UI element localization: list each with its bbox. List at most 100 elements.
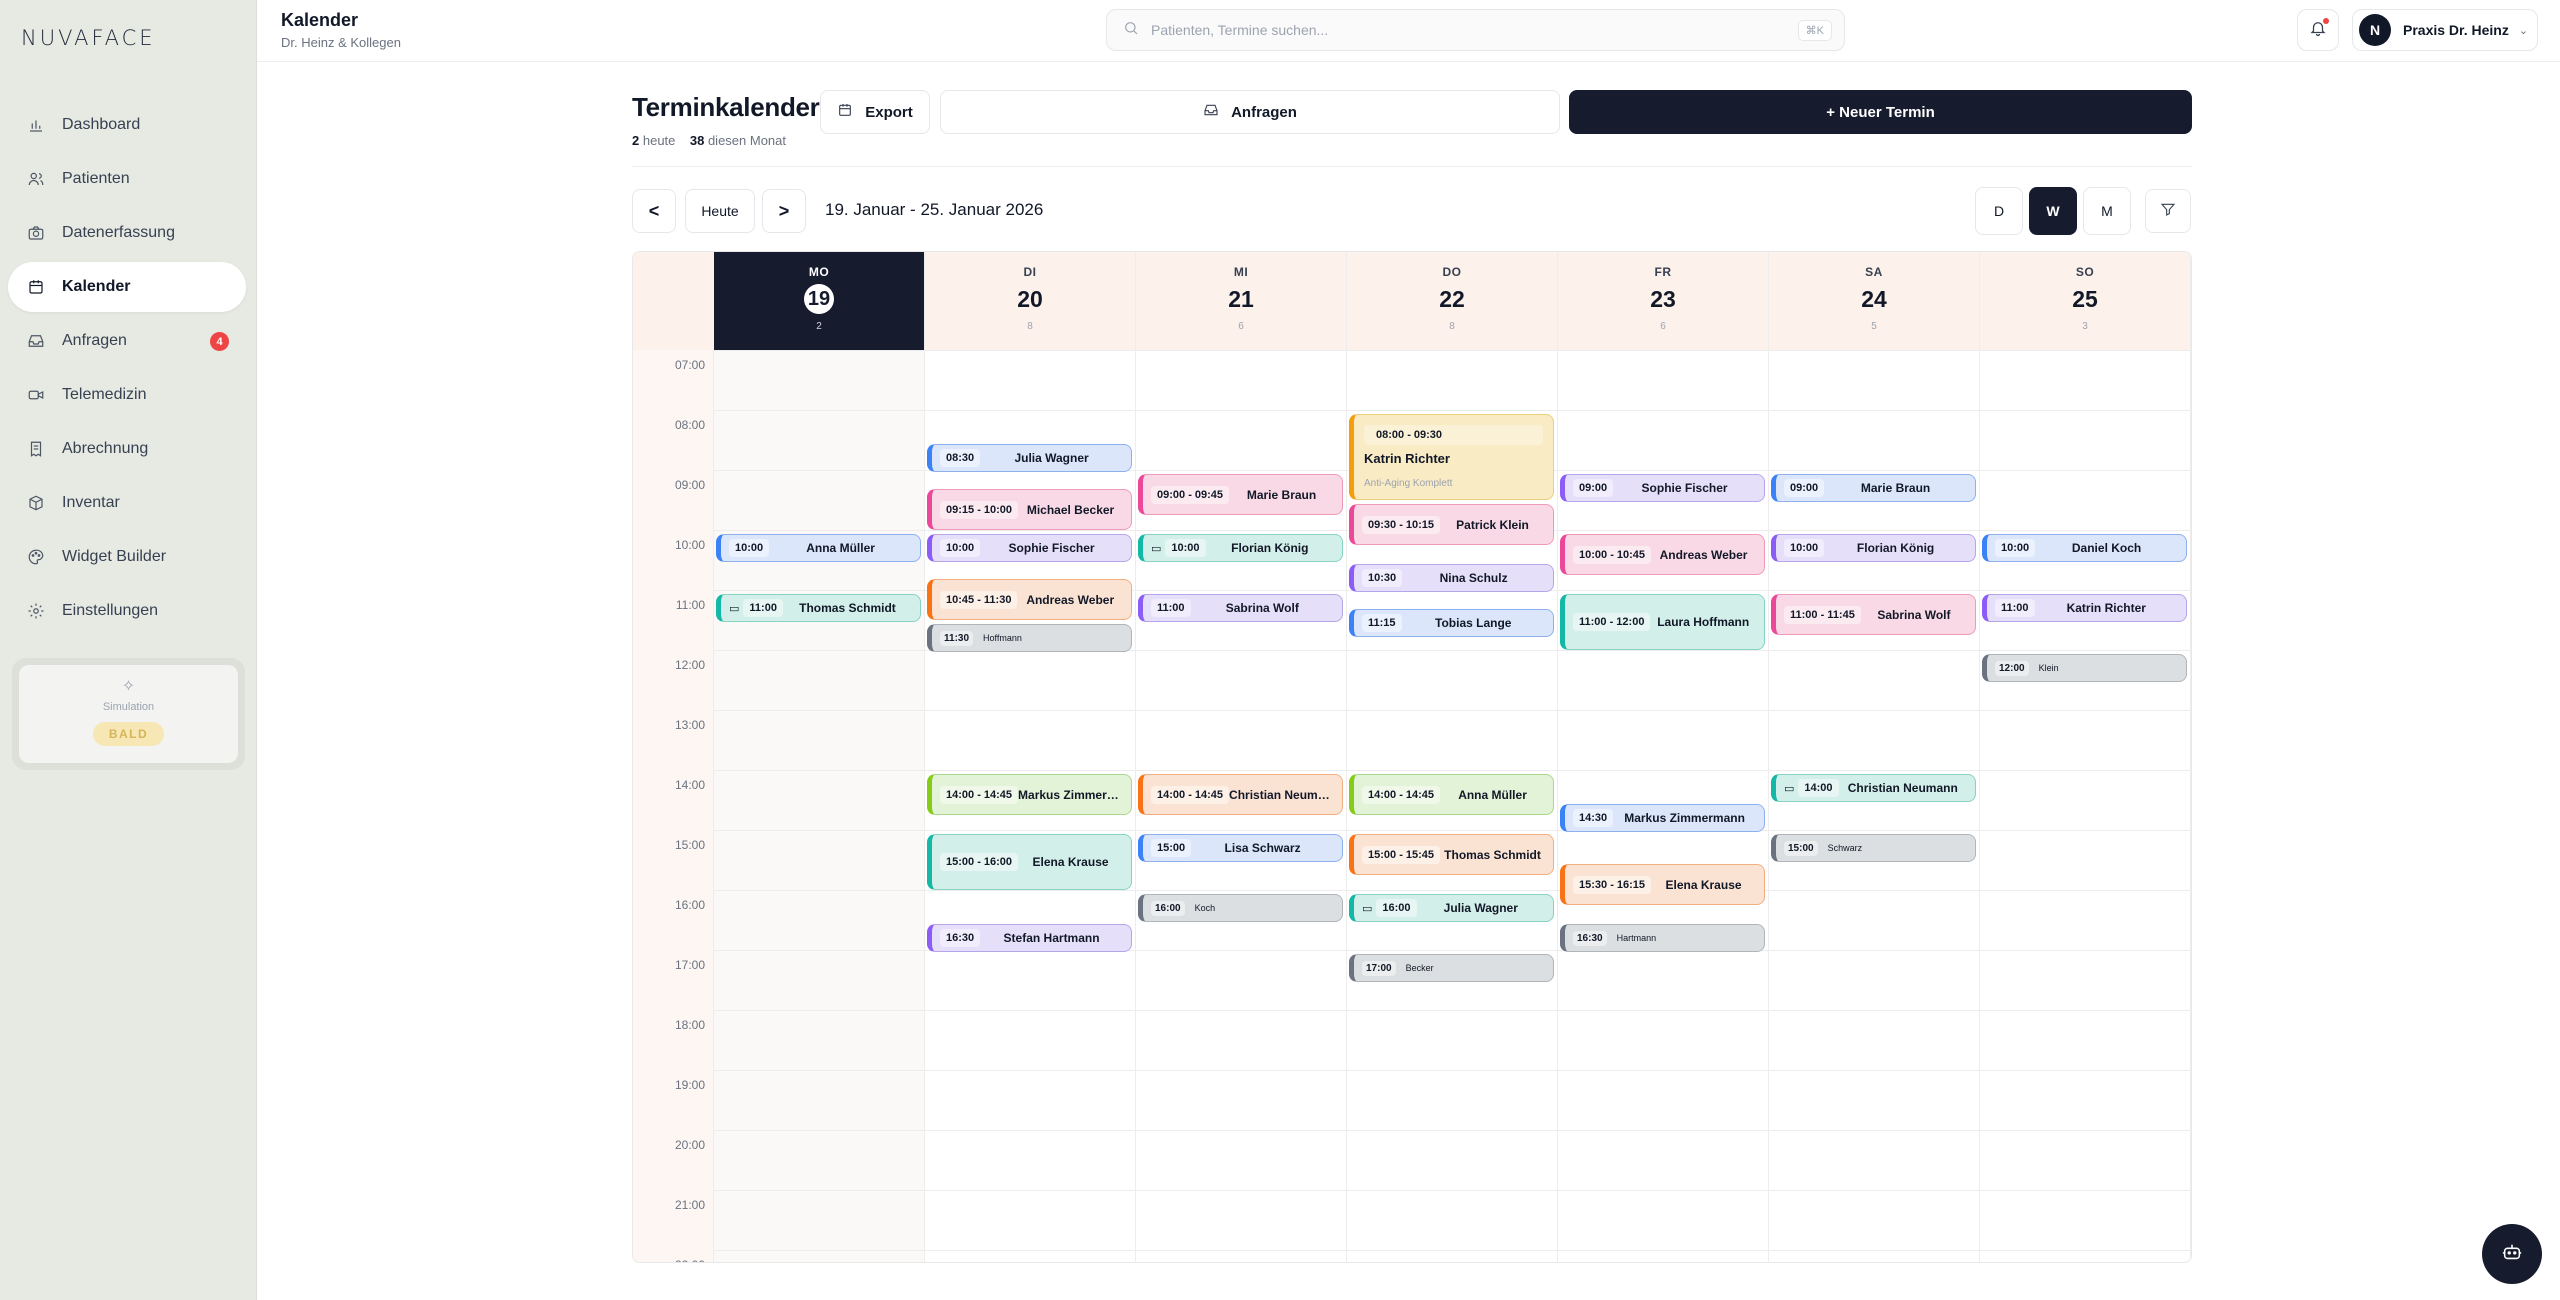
- day-appointment-count: 8: [1449, 321, 1455, 332]
- appointment-card[interactable]: ▭ 14:00 Christian Neumann: [1771, 774, 1976, 802]
- app-logo[interactable]: NUVAFACE: [21, 26, 156, 50]
- appointment-card[interactable]: 16:00 Koch: [1138, 894, 1343, 922]
- appointment-card[interactable]: 10:00 - 10:45 Andreas Weber: [1560, 534, 1765, 575]
- appointment-time: 10:00 - 10:45: [1573, 545, 1652, 564]
- sidebar-item-label: Dashboard: [62, 116, 141, 133]
- palette-icon: [26, 547, 46, 567]
- day-column[interactable]: [1980, 350, 2191, 1262]
- view-day-button[interactable]: D: [1975, 187, 2023, 235]
- header-subtitle: Dr. Heinz & Kollegen: [281, 35, 401, 50]
- appointment-card[interactable]: 11:00 - 12:00 Laura Hoffmann: [1560, 594, 1765, 650]
- view-month-button[interactable]: M: [2083, 187, 2131, 235]
- appointment-card[interactable]: 15:00 - 16:00 Elena Krause: [927, 834, 1132, 890]
- appointment-card[interactable]: 14:00 - 14:45Markus Zimmermann: [927, 774, 1132, 815]
- appointment-card[interactable]: 08:00 - 09:30 Katrin Richter Anti-Aging Ko…: [1349, 414, 1554, 500]
- appointment-card[interactable]: 11:00 - 11:45 Sabrina Wolf: [1771, 594, 1976, 635]
- appointment-card[interactable]: 15:30 - 16:15 Elena Krause: [1560, 864, 1765, 905]
- appointment-patient: Florian König: [1231, 541, 1309, 555]
- day-header-so[interactable]: SO 25 3: [1980, 252, 2191, 350]
- appointment-card[interactable]: 10:30 Nina Schulz: [1349, 564, 1554, 592]
- appointment-card[interactable]: 08:30 Julia Wagner: [927, 444, 1132, 472]
- user-menu-button[interactable]: N Praxis Dr. Heinz ⌄: [2352, 9, 2538, 51]
- requests-button[interactable]: Anfragen: [940, 90, 1560, 134]
- appointment-card[interactable]: 11:00 Sabrina Wolf: [1138, 594, 1343, 622]
- appointment-card[interactable]: 10:00 Anna Müller: [716, 534, 921, 562]
- inbox-icon: [26, 331, 46, 351]
- week-calendar: MO 19 2 DI 20 8 MI 21 6 DO 22 8 FR 23 6 SA 24 5 SO 25 3 07:00…: [632, 251, 2192, 1263]
- appointment-card[interactable]: 09:15 - 10:00 Michael Becker: [927, 489, 1132, 530]
- appointment-card[interactable]: 09:30 - 10:15 Patrick Klein: [1349, 504, 1554, 545]
- new-appointment-button[interactable]: + Neuer Termin: [1569, 90, 2192, 134]
- appointment-time: 17:00: [1362, 960, 1396, 976]
- day-header-di[interactable]: DI 20 8: [925, 252, 1136, 350]
- appointment-time: 10:00: [940, 539, 981, 557]
- appointment-card[interactable]: 11:00 Katrin Richter: [1982, 594, 2187, 622]
- appointment-card[interactable]: 16:30 Hartmann: [1560, 924, 1765, 952]
- appointment-card[interactable]: 10:00 Florian König: [1771, 534, 1976, 562]
- simulation-card[interactable]: ✧ Simulation BALD: [12, 658, 245, 770]
- sidebar-item-datenerfassung[interactable]: Datenerfassung: [8, 208, 246, 258]
- appointment-card[interactable]: 09:00 - 09:45 Marie Braun: [1138, 474, 1343, 515]
- appointment-time: 16:30: [940, 929, 981, 947]
- appointment-card[interactable]: ▭ 10:00 Florian König: [1138, 534, 1343, 562]
- appointment-card[interactable]: 09:00 Sophie Fischer: [1560, 474, 1765, 502]
- sidebar-item-anfragen[interactable]: Anfragen 4: [8, 316, 246, 366]
- day-column[interactable]: [714, 350, 925, 1262]
- appointment-card[interactable]: 15:00 - 15:45 Thomas Schmidt: [1349, 834, 1554, 875]
- month-label: diesen Monat: [707, 133, 787, 148]
- day-header-mo[interactable]: MO 19 2: [714, 252, 925, 350]
- appointment-patient: Julia Wagner: [1443, 901, 1518, 915]
- hour-gridline: [714, 890, 2191, 891]
- sidebar-item-widget-builder[interactable]: Widget Builder: [8, 532, 246, 582]
- appointment-card[interactable]: 09:00 Marie Braun: [1771, 474, 1976, 502]
- appointment-card[interactable]: 14:00 - 14:45 Christian Neumann: [1138, 774, 1343, 815]
- sidebar-item-telemedizin[interactable]: Telemedizin: [8, 370, 246, 420]
- hour-gridline: [714, 770, 2191, 771]
- appointment-card[interactable]: 17:00 Becker: [1349, 954, 1554, 982]
- sidebar-item-label: Kalender: [62, 278, 131, 295]
- day-header-sa[interactable]: SA 24 5: [1769, 252, 1980, 350]
- appointment-patient: Stefan Hartmann: [1003, 931, 1100, 945]
- appointment-card[interactable]: 10:00 Daniel Koch: [1982, 534, 2187, 562]
- appointment-card[interactable]: 11:30 Hoffmann: [927, 624, 1132, 652]
- assistant-button[interactable]: [2482, 1224, 2542, 1284]
- sidebar-item-patienten[interactable]: Patienten: [8, 154, 246, 204]
- prev-week-button[interactable]: <: [632, 189, 676, 233]
- today-button[interactable]: Heute: [685, 189, 755, 233]
- appointment-patient: Hartmann: [1616, 933, 1657, 943]
- sidebar-item-dashboard[interactable]: Dashboard: [8, 100, 246, 150]
- appointment-card[interactable]: 15:00 Schwarz: [1771, 834, 1976, 862]
- appointment-time: 11:15: [1362, 614, 1402, 632]
- appointment-card[interactable]: ▭ 11:00 Thomas Schmidt: [716, 594, 921, 622]
- appointment-card[interactable]: 12:00 Klein: [1982, 654, 2187, 682]
- day-header-mi[interactable]: MI 21 6: [1136, 252, 1347, 350]
- filter-button[interactable]: [2145, 189, 2191, 233]
- sidebar-item-abrechnung[interactable]: Abrechnung: [8, 424, 246, 474]
- search-input[interactable]: [1151, 22, 1751, 38]
- time-label: 13:00: [674, 718, 705, 732]
- appointment-card[interactable]: 16:30 Stefan Hartmann: [927, 924, 1132, 952]
- search-box[interactable]: ⌘K: [1106, 9, 1845, 51]
- appointment-patient: Elena Krause: [1665, 877, 1742, 892]
- video-icon: ▭: [729, 602, 740, 615]
- next-week-button[interactable]: >: [762, 189, 806, 233]
- appointment-card[interactable]: 15:00 Lisa Schwarz: [1138, 834, 1343, 862]
- day-header-do[interactable]: DO 22 8: [1347, 252, 1558, 350]
- sidebar-item-einstellungen[interactable]: Einstellungen: [8, 586, 246, 636]
- sidebar-item-inventar[interactable]: Inventar: [8, 478, 246, 528]
- day-header-fr[interactable]: FR 23 6: [1558, 252, 1769, 350]
- appointment-card[interactable]: 10:00 Sophie Fischer: [927, 534, 1132, 562]
- appointment-card[interactable]: ▭ 16:00 Julia Wagner: [1349, 894, 1554, 922]
- appointment-card[interactable]: 10:45 - 11:30 Andreas Weber: [927, 579, 1132, 620]
- sidebar-item-kalender[interactable]: Kalender: [8, 262, 246, 312]
- view-week-button[interactable]: W: [2029, 187, 2077, 235]
- appointment-card[interactable]: 14:30 Markus Zimmermann: [1560, 804, 1765, 832]
- appointment-card[interactable]: 11:15 Tobias Lange: [1349, 609, 1554, 637]
- hour-gridline: [714, 350, 2191, 351]
- export-button[interactable]: Export: [820, 90, 930, 134]
- requests-label: Anfragen: [1231, 103, 1297, 121]
- day-date: 21: [1228, 285, 1254, 312]
- time-label: 16:00: [674, 898, 705, 912]
- notifications-button[interactable]: [2297, 9, 2339, 51]
- appointment-card[interactable]: 14:00 - 14:45 Anna Müller: [1349, 774, 1554, 815]
